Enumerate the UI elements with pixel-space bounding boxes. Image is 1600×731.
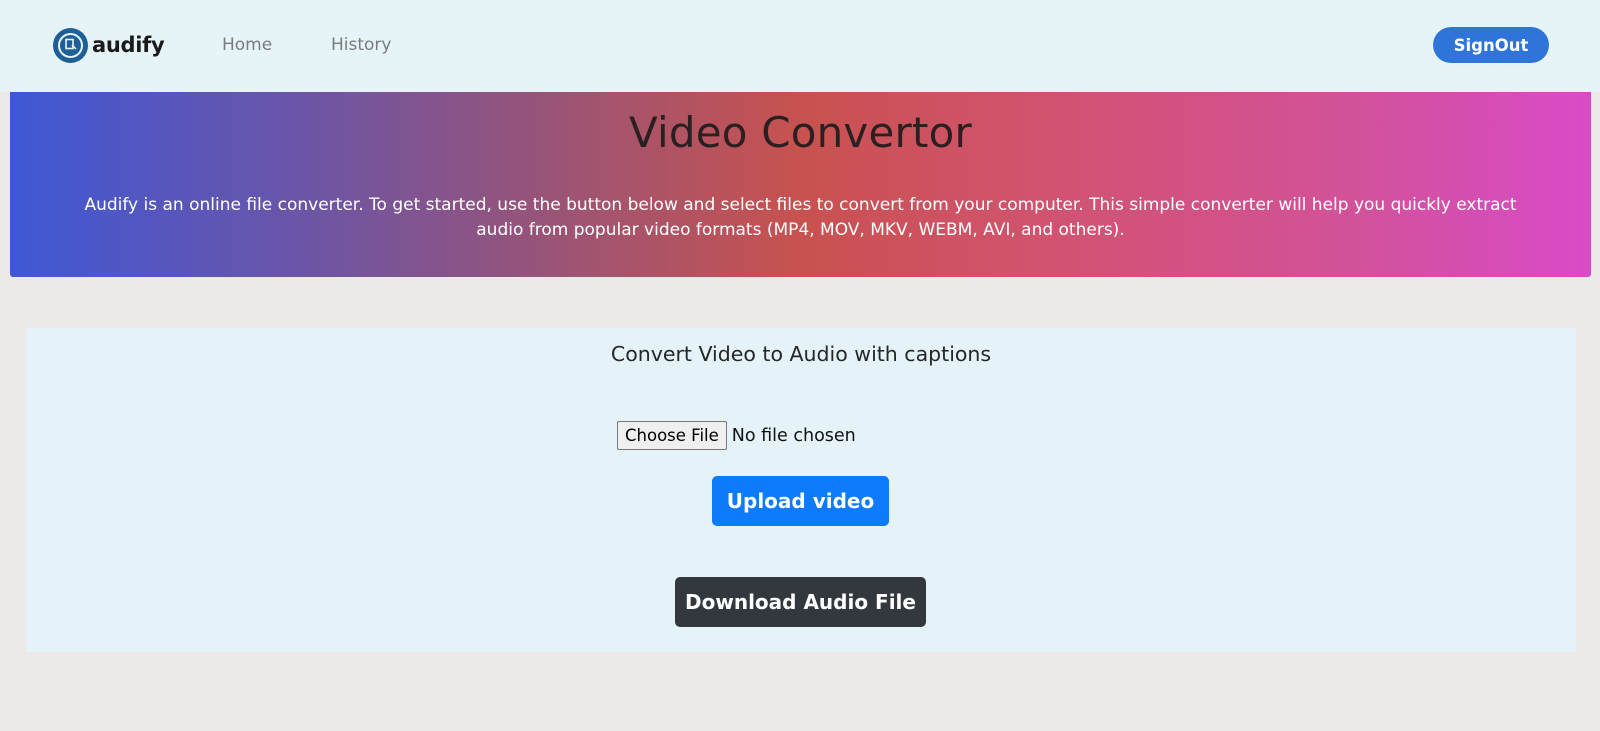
signout-button[interactable]: SignOut	[1433, 27, 1549, 63]
audify-logo-icon	[53, 27, 88, 63]
brand-name: audify	[92, 33, 165, 57]
page-title: Video Convertor	[628, 108, 973, 157]
navbar: audify Home History SignOut	[0, 0, 1600, 92]
brand[interactable]: audify	[53, 27, 165, 63]
upload-video-button[interactable]: Upload video	[712, 476, 889, 526]
download-audio-button[interactable]: Download Audio File	[675, 577, 926, 627]
file-input[interactable]: Choose File No file chosen	[617, 421, 856, 450]
file-status: No file chosen	[731, 425, 856, 446]
converter-title: Convert Video to Audio with captions	[610, 342, 992, 366]
hero-description: Audify is an online file converter. To g…	[84, 195, 1517, 240]
converter-card: Convert Video to Audio with captions Cho…	[26, 328, 1576, 652]
nav-link-home[interactable]: Home	[222, 35, 272, 55]
nav-link-history[interactable]: History	[331, 35, 391, 55]
hero-banner: Video Convertor Audify is an online file…	[10, 92, 1591, 277]
choose-file-button[interactable]: Choose File	[617, 421, 727, 450]
